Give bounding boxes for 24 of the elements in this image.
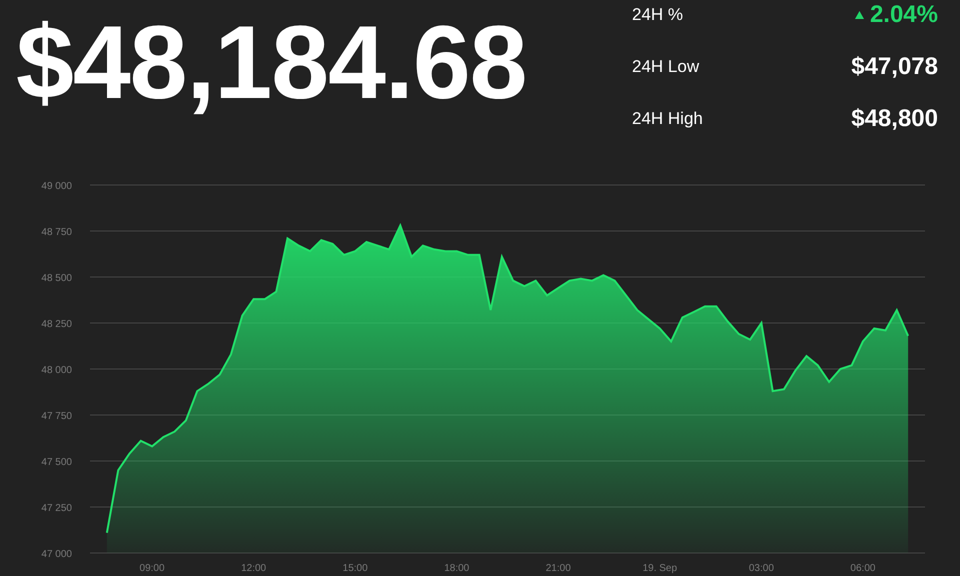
stat-value: $48,800 bbox=[851, 105, 938, 133]
y-axis-label: 47 500 bbox=[41, 457, 72, 468]
x-axis-label: 19. Sep bbox=[642, 563, 678, 574]
x-axis-label: 15:00 bbox=[342, 563, 368, 574]
stat-value: 2.04% bbox=[870, 1, 938, 29]
x-axis-label: 18:00 bbox=[444, 563, 470, 574]
price-value: $48,184.68 bbox=[15, 4, 527, 123]
y-axis-label: 48 000 bbox=[41, 365, 72, 376]
y-axis-label: 48 750 bbox=[41, 227, 72, 238]
y-axis-label: 48 250 bbox=[41, 319, 72, 330]
x-axis-label: 03:00 bbox=[748, 563, 774, 574]
y-axis-label: 47 750 bbox=[41, 411, 72, 422]
y-axis-label: 47 250 bbox=[41, 503, 72, 514]
y-axis-label: 49 000 bbox=[41, 181, 72, 192]
stat-label: 24H Low bbox=[632, 57, 700, 77]
stat-value: $47,078 bbox=[851, 53, 938, 81]
y-axis-label: 48 500 bbox=[41, 273, 72, 284]
x-axis-label: 12:00 bbox=[241, 563, 266, 574]
stat-label: 24H % bbox=[632, 5, 684, 25]
x-axis-label: 09:00 bbox=[140, 563, 165, 574]
y-axis-label: 47 000 bbox=[41, 549, 72, 560]
x-axis-label: 21:00 bbox=[546, 563, 571, 574]
stat-label: 24H High bbox=[632, 109, 703, 129]
x-axis-label: 06:00 bbox=[850, 563, 876, 574]
